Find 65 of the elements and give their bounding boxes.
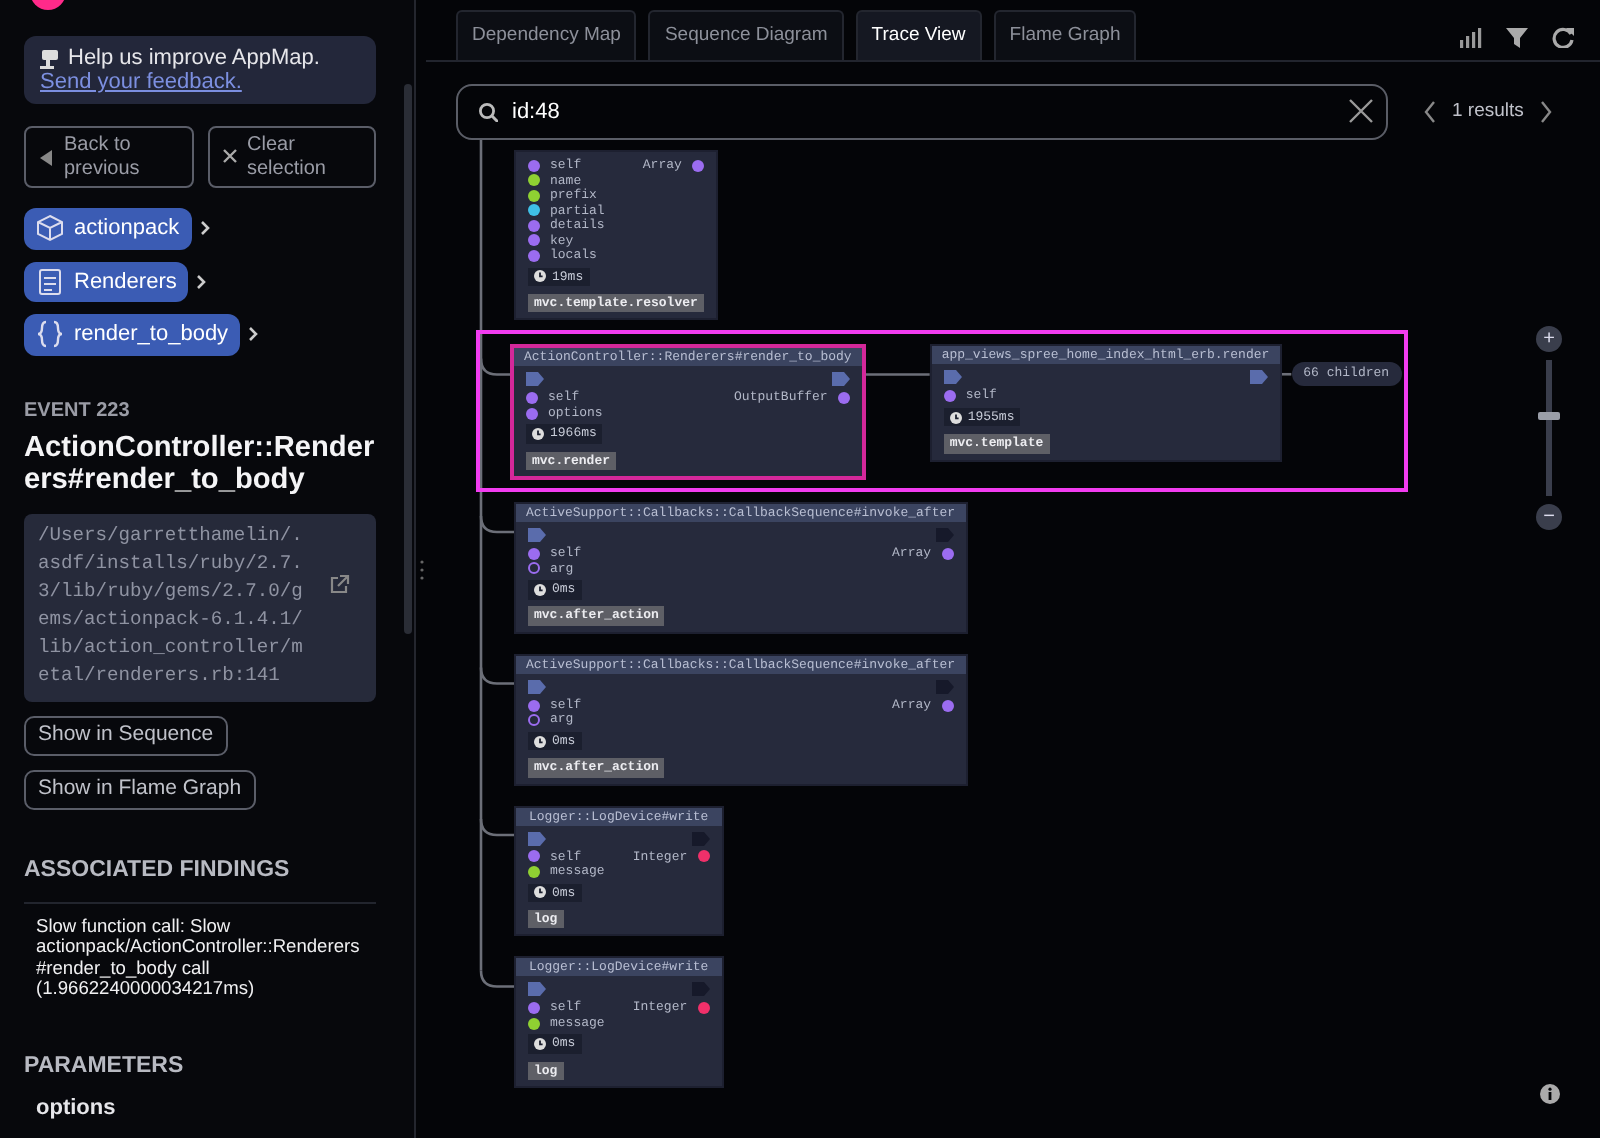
input-port-icon: [528, 679, 546, 694]
clock-icon: [534, 583, 546, 596]
tab[interactable]: Dependency Map: [456, 9, 637, 60]
info-icon[interactable]: [1540, 1084, 1560, 1104]
document-icon: [36, 267, 64, 296]
clock-icon: [534, 270, 546, 283]
feedback-text: Help us improve AppMap.: [68, 46, 320, 71]
external-link-icon[interactable]: [328, 574, 350, 597]
tree-connector: [479, 515, 514, 534]
resize-handle[interactable]: [414, 0, 426, 1138]
zoom-in-button[interactable]: +: [1536, 326, 1562, 352]
link-line: [865, 373, 930, 376]
chevron-icon: [248, 326, 259, 343]
clock-icon: [534, 1038, 546, 1050]
clear-icon[interactable]: [1348, 98, 1374, 124]
section-heading: ASSOCIATED FINDINGS: [24, 853, 376, 905]
nav-button[interactable]: Back to previous: [24, 126, 193, 189]
breadcrumb[interactable]: Renderers: [24, 261, 189, 303]
close-icon: [221, 147, 237, 168]
tab[interactable]: Trace View: [855, 9, 982, 60]
action-button[interactable]: Show in Sequence: [24, 716, 228, 757]
braces-icon: [36, 320, 64, 349]
breadcrumb[interactable]: render_to_body: [24, 314, 241, 356]
bar-chart-icon[interactable]: [1460, 26, 1482, 48]
next-icon[interactable]: [1539, 100, 1552, 124]
event-title: ActionController::Renderers#render_to_body: [24, 431, 376, 497]
file-path: /Users/garretthamelin/.asdf/installs/ruby/2.7.3/lib/ruby/gems/2.7.0/gems/actionpack-6.1.4.1/lib/action_controller/metal/renderers.rb:141: [38, 522, 305, 691]
tab[interactable]: Sequence Diagram: [648, 9, 844, 60]
previous-icon[interactable]: [1424, 100, 1436, 124]
input-port-icon: [528, 528, 546, 542]
tree-connector: [479, 358, 510, 376]
slider-thumb[interactable]: [1538, 411, 1560, 420]
clock-icon: [534, 886, 546, 899]
feedback-link[interactable]: Send your feedback.: [40, 70, 242, 95]
tab[interactable]: Flame Graph: [993, 9, 1137, 60]
zoom-out-button[interactable]: −: [1536, 504, 1562, 530]
input-port-icon: [528, 982, 546, 997]
input-port-icon: [943, 370, 962, 385]
clock-icon: [534, 735, 546, 747]
link-line: [1281, 372, 1292, 376]
chevron-icon: [199, 220, 210, 237]
input-port-icon: [528, 831, 546, 845]
results-count: 1 results: [1452, 97, 1524, 126]
tree-connector: [479, 667, 514, 685]
clock-icon: [532, 428, 544, 440]
chevron-icon: [196, 273, 207, 290]
event-label: EVENT 223: [24, 397, 132, 426]
search-icon: [478, 102, 498, 122]
back-icon: [38, 147, 54, 168]
scrollbar[interactable]: [404, 84, 412, 634]
tree-connector: [479, 818, 514, 837]
input-port-icon: [526, 372, 544, 387]
parameter-name: options: [34, 1094, 118, 1125]
action-button[interactable]: Show in Flame Graph: [24, 770, 256, 810]
clock-icon: [949, 411, 962, 423]
finding-text[interactable]: Slow function call: Slow actionpack/ActionController::Renderers#render_to_body call (1.9662240000034217ms): [24, 904, 376, 1010]
breadcrumb[interactable]: actionpack: [24, 208, 192, 250]
filter-icon[interactable]: [1506, 26, 1528, 48]
tree-connector: [479, 970, 514, 988]
feedback-icon: [40, 47, 60, 70]
refresh-icon[interactable]: [1552, 26, 1576, 48]
nav-button[interactable]: Clear selection: [207, 126, 376, 189]
package-icon: [36, 214, 64, 243]
section-heading: PARAMETERS: [24, 1052, 186, 1082]
search-field[interactable]: id:48: [456, 84, 1388, 140]
